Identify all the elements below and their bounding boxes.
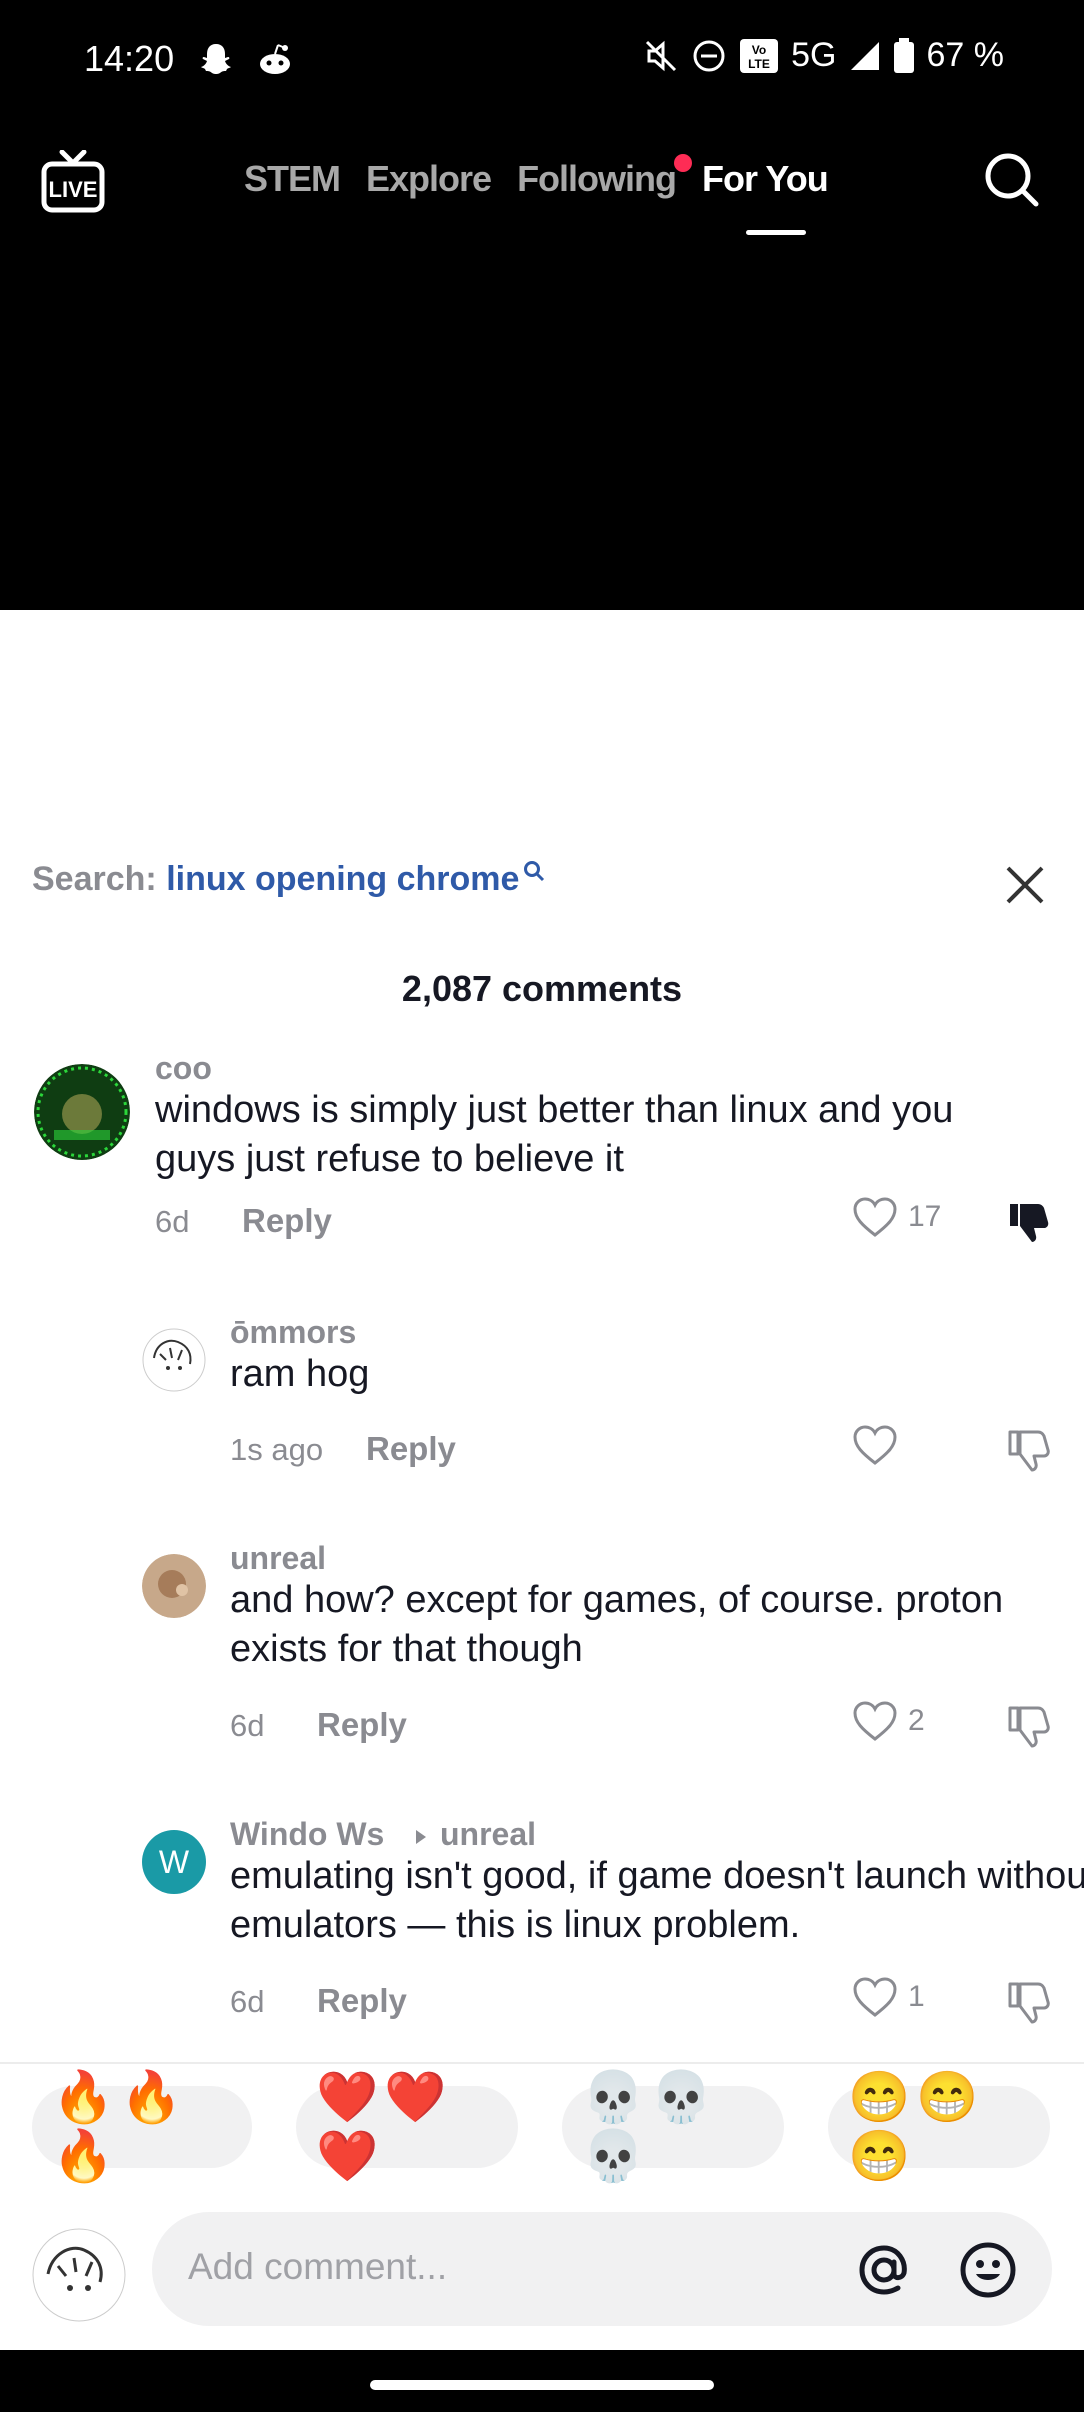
comment-username[interactable]: coo [155, 1050, 212, 1087]
status-time: 14:20 [84, 38, 175, 79]
comment-username[interactable]: unreal [230, 1540, 326, 1577]
comment-time: 6d [230, 1984, 265, 2019]
avatar[interactable] [142, 1554, 206, 1618]
close-icon[interactable] [1004, 864, 1046, 906]
comment-time: 6d [230, 1708, 265, 1743]
svg-text:Vo: Vo [752, 43, 766, 57]
comment-username[interactable]: Windo Ws [230, 1816, 384, 1853]
avatar[interactable] [142, 1328, 206, 1392]
comment-text: ram hog [230, 1353, 370, 1395]
status-bar: 14:20 Vo LTE 5G 67 % [0, 0, 1084, 120]
feed-tabs: STEM Explore Following For You [244, 154, 829, 200]
emoji-heart-button[interactable]: ❤️❤️❤️ [296, 2069, 518, 2184]
dislike-filled-icon[interactable] [1004, 1198, 1052, 1246]
comment-text: and how? except for games, of course. pr… [230, 1579, 1004, 1670]
heart-icon [853, 1425, 897, 1465]
dislike-icon[interactable] [1004, 1978, 1052, 2026]
search-label: Search: [32, 860, 157, 898]
reply-to-username[interactable]: unreal [440, 1816, 536, 1853]
tab-stem[interactable]: STEM [244, 158, 341, 200]
like-count: 1 [908, 1980, 925, 2013]
comment-composer[interactable]: Add comment... [152, 2212, 1052, 2326]
mute-icon [646, 40, 677, 71]
avatar[interactable]: W [142, 1830, 206, 1894]
like-button[interactable]: 17 [852, 1196, 941, 1238]
svg-text:LTE: LTE [748, 57, 770, 71]
emoji-icon[interactable] [958, 2240, 1018, 2300]
reply-arrow-icon [416, 1830, 426, 1844]
tab-following-label: Following [517, 158, 677, 199]
quick-emoji-row: 🔥🔥🔥 ❤️❤️❤️ 💀💀💀 😁😁😁 [32, 2069, 1050, 2184]
divider [0, 2062, 1084, 2064]
like-count: 17 [908, 1200, 942, 1233]
heart-icon [853, 1197, 897, 1237]
network-type: 5G [791, 36, 837, 74]
reply-button[interactable]: Reply [317, 1706, 407, 1744]
dislike-icon[interactable] [1004, 1426, 1052, 1474]
comment-time: 6d [155, 1204, 190, 1239]
heart-icon [853, 1701, 897, 1741]
dislike-icon[interactable] [1004, 1702, 1052, 1750]
like-count: 2 [908, 1704, 925, 1737]
avatar[interactable] [34, 1064, 130, 1160]
comment-text: emulating isn't good, if game doesn't la… [230, 1855, 1084, 1946]
tab-for-you[interactable]: For You [702, 158, 829, 200]
do-not-disturb-icon [693, 40, 725, 71]
comment-count: 2,087 comments [401, 968, 683, 1009]
active-tab-indicator [746, 230, 806, 235]
system-navigation-bar [0, 2350, 1084, 2412]
search-icon[interactable] [982, 150, 1042, 210]
reply-button[interactable]: Reply [366, 1430, 456, 1468]
reply-button[interactable]: Reply [242, 1202, 332, 1240]
reply-button[interactable]: Reply [317, 1982, 407, 2020]
heart-icon [853, 1977, 897, 2017]
like-button[interactable] [852, 1424, 908, 1466]
live-icon[interactable]: LIVE [40, 150, 106, 216]
tab-following[interactable]: Following [517, 154, 693, 200]
svg-text:LIVE: LIVE [49, 177, 98, 202]
user-avatar [32, 2228, 126, 2322]
emoji-skull-button[interactable]: 💀💀💀 [562, 2069, 784, 2184]
home-gesture-bar[interactable] [370, 2380, 714, 2390]
comment-text: windows is simply just better than linux… [155, 1089, 954, 1180]
search-small-icon [524, 861, 545, 882]
signal-icon [850, 41, 879, 70]
comment-input[interactable]: Add comment... [188, 2246, 447, 2288]
reddit-icon [260, 44, 290, 74]
related-search[interactable]: Search: linux opening chrome [32, 860, 545, 899]
comment-username[interactable]: ōmmors [230, 1314, 356, 1351]
mention-icon[interactable] [856, 2242, 912, 2298]
snapchat-icon [201, 44, 231, 74]
search-query-link[interactable]: linux opening chrome [166, 860, 519, 898]
battery-level: 67 % [926, 36, 1005, 74]
top-navigation: LIVE STEM Explore Following For You [0, 120, 1084, 610]
comment-time: 1s ago [230, 1432, 324, 1467]
emoji-grin-button[interactable]: 😁😁😁 [828, 2069, 1050, 2184]
volte-icon: Vo LTE [740, 38, 779, 73]
tab-explore[interactable]: Explore [366, 158, 492, 200]
notification-dot [674, 154, 693, 172]
battery-icon [893, 37, 914, 73]
like-button[interactable]: 2 [852, 1700, 925, 1742]
like-button[interactable]: 1 [852, 1976, 925, 2018]
emoji-fire-button[interactable]: 🔥🔥🔥 [32, 2069, 252, 2184]
status-indicators: Vo LTE 5G 67 % [643, 36, 1004, 75]
comments-sheet: Search: linux opening chrome 2,087 comme… [0, 610, 1084, 2350]
